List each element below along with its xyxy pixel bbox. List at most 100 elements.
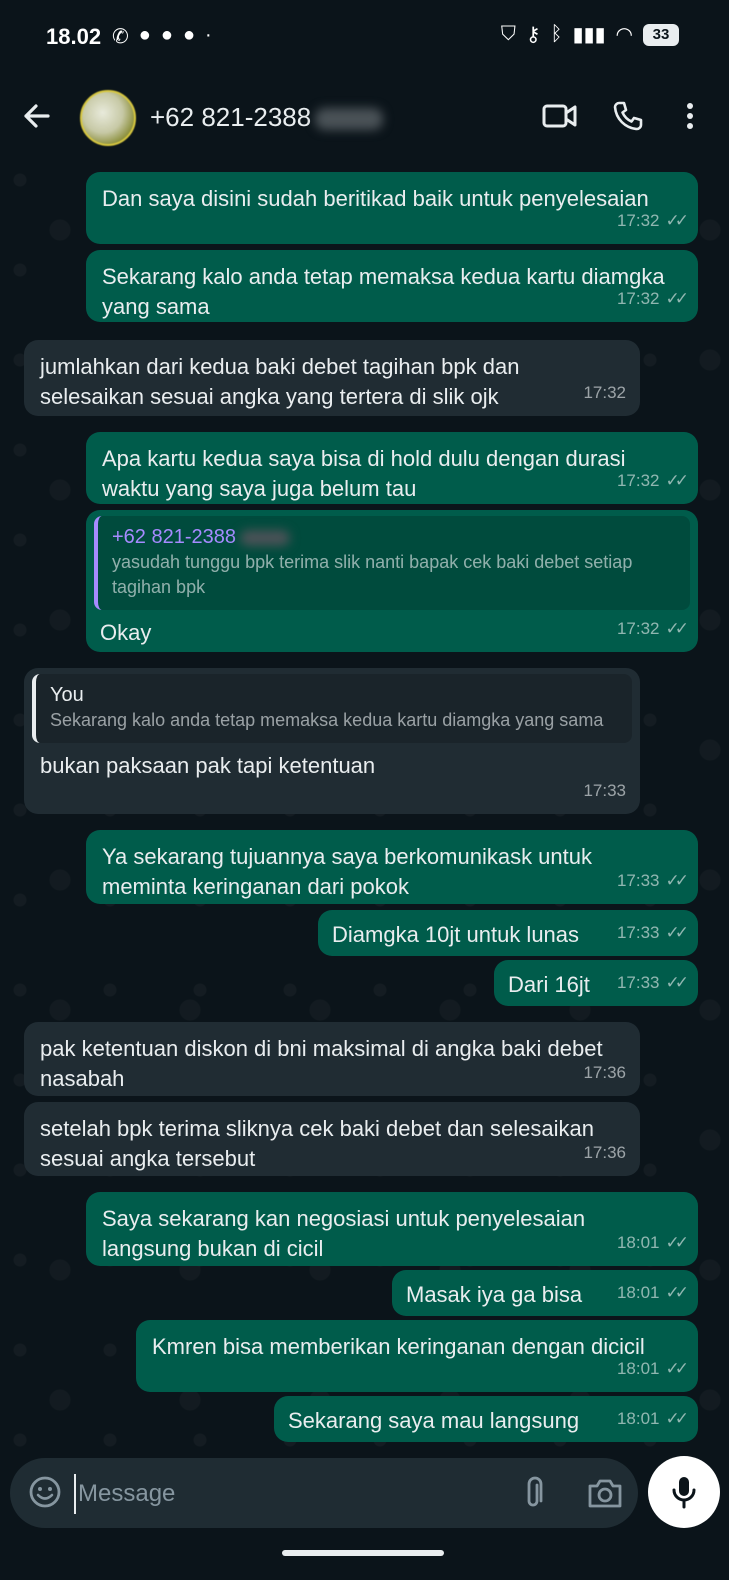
redacted-digits: [315, 108, 384, 131]
video-call-icon: [542, 104, 577, 128]
home-indicator[interactable]: [282, 1550, 444, 1556]
video-call-button[interactable]: [540, 98, 580, 134]
message-time: 17:33: [616, 973, 660, 992]
message-outgoing[interactable]: Sekarang kalo anda tetap memaksa kedua k…: [86, 250, 698, 322]
read-receipt-icon: ✓✓: [665, 289, 689, 308]
message-text: Saya sekarang kan negosiasi untuk penyel…: [102, 1206, 586, 1261]
menu-button[interactable]: [670, 98, 710, 134]
read-receipt-icon: ✓✓: [665, 871, 689, 890]
contact-name[interactable]: +62 821-2388: [150, 102, 384, 133]
avatar[interactable]: [80, 90, 136, 146]
message-text: Okay: [100, 620, 152, 645]
paperclip-icon: [527, 1476, 543, 1507]
message-outgoing[interactable]: Sekarang saya mau langsung 18:01 ✓✓: [274, 1396, 698, 1442]
message-text: bukan paksaan pak tapi ketentuan: [40, 753, 376, 778]
message-meta: 18:01 ✓✓: [616, 1278, 689, 1308]
message-incoming[interactable]: jumlahkan dari kedua baki debet tagihan …: [24, 340, 640, 416]
message-text: Dan saya disini sudah beritikad baik unt…: [102, 186, 649, 211]
message-incoming[interactable]: setelah bpk terima sliknya cek baki debe…: [24, 1102, 640, 1176]
message-outgoing[interactable]: Dari 16jt 17:33 ✓✓: [494, 960, 698, 1006]
quote-author: +62 821-2388: [112, 524, 678, 550]
chat-header: +62 821-2388: [0, 72, 729, 160]
emoji-button[interactable]: [28, 1475, 62, 1509]
message-meta: 17:36: [583, 1138, 626, 1168]
message-time: 17:33: [583, 781, 626, 800]
message-outgoing[interactable]: Apa kartu kedua saya bisa di hold dulu d…: [86, 432, 698, 504]
bluetooth-icon: ᛒ: [550, 23, 563, 45]
vpn-shield-icon: ⛉: [500, 23, 516, 45]
voice-message-button[interactable]: [648, 1456, 720, 1528]
message-time: 18:01: [616, 1233, 660, 1252]
contact-number: +62 821-2388: [150, 102, 312, 132]
message-time: 17:32: [616, 211, 660, 230]
camera-icon: [588, 1479, 622, 1508]
camera-button[interactable]: [586, 1476, 624, 1510]
arrow-left-icon: [24, 104, 50, 128]
status-time: 18.02: [46, 24, 102, 49]
message-time: 17:36: [583, 1063, 626, 1082]
more-notifications-icon: ·: [205, 24, 212, 46]
message-meta: 18:01 ✓✓: [616, 1354, 689, 1384]
composer: [10, 1458, 638, 1528]
message-outgoing[interactable]: Masak iya ga bisa 18:01 ✓✓: [392, 1270, 698, 1316]
quote-author: You: [50, 684, 84, 706]
whatsapp-notification-icon: ✆: [112, 26, 129, 48]
message-text: pak ketentuan diskon di bni maksimal di …: [40, 1036, 603, 1091]
message-meta: 17:32 ✓✓: [616, 466, 689, 496]
more-vert-icon: [687, 103, 693, 129]
message-meta: 18:01 ✓✓: [616, 1404, 689, 1434]
message-time: 18:01: [616, 1283, 660, 1302]
message-time: 17:32: [616, 471, 660, 490]
message-time: 17:32: [583, 383, 626, 402]
message-incoming[interactable]: pak ketentuan diskon di bni maksimal di …: [24, 1022, 640, 1096]
message-meta: 17:33: [583, 776, 626, 806]
message-outgoing[interactable]: Dan saya disini sudah beritikad baik unt…: [86, 172, 698, 244]
message-meta: 17:36: [583, 1058, 626, 1088]
message-time: 17:33: [616, 871, 660, 890]
message-text: Ya sekarang tujuannya saya berkomunikask…: [102, 844, 592, 899]
notification-icons: ✆ ● ● ● ·: [112, 24, 212, 49]
message-incoming-reply[interactable]: You Sekarang kalo anda tetap memaksa ked…: [24, 668, 640, 814]
read-receipt-icon: ✓✓: [665, 1359, 689, 1378]
message-text: Sekarang kalo anda tetap memaksa kedua k…: [102, 264, 665, 319]
back-button[interactable]: [18, 98, 58, 134]
chat-notification-icon: ●: [182, 24, 196, 46]
emoji-icon: [29, 1476, 61, 1508]
chat-notification-icon: ●: [160, 24, 173, 46]
message-outgoing-reply[interactable]: +62 821-2388 yasudah tunggu bpk terima s…: [86, 510, 698, 652]
read-receipt-icon: ✓✓: [665, 1283, 689, 1302]
quoted-message[interactable]: +62 821-2388 yasudah tunggu bpk terima s…: [94, 516, 690, 610]
message-meta: 17:32 ✓✓: [616, 206, 689, 236]
read-receipt-icon: ✓✓: [665, 1233, 689, 1252]
voice-call-button[interactable]: [608, 98, 648, 134]
message-time: 18:01: [616, 1409, 660, 1428]
quoted-message[interactable]: You Sekarang kalo anda tetap memaksa ked…: [32, 674, 632, 743]
key-icon: ⚷: [525, 24, 541, 46]
attach-button[interactable]: [518, 1476, 552, 1510]
message-outgoing[interactable]: Diamgka 10jt untuk lunas 17:33 ✓✓: [318, 910, 698, 956]
message-outgoing[interactable]: Ya sekarang tujuannya saya berkomunikask…: [86, 830, 698, 904]
message-time: 18:01: [616, 1359, 660, 1378]
message-time: 17:32: [616, 289, 660, 308]
message-meta: 17:32 ✓✓: [616, 284, 689, 314]
wifi-icon: ◠: [615, 24, 633, 46]
quote-text: yasudah tunggu bpk terima slik nanti bap…: [112, 552, 633, 597]
status-bar: 18.02 ✆ ● ● ● · ⛉ ⚷ ᛒ ▮▮▮ ◠ 33: [0, 0, 729, 72]
message-meta: 17:32: [583, 378, 626, 408]
read-receipt-icon: ✓✓: [665, 471, 689, 490]
message-list[interactable]: Dan saya disini sudah beritikad baik unt…: [0, 160, 729, 1452]
message-meta: 17:33 ✓✓: [616, 968, 689, 998]
message-time: 17:33: [616, 923, 660, 942]
message-text: jumlahkan dari kedua baki debet tagihan …: [40, 354, 520, 409]
battery-icon: 33: [643, 23, 679, 46]
signal-icon: ▮▮▮: [572, 24, 606, 46]
chat-notification-icon: ●: [138, 24, 151, 46]
composer-bar: [0, 1452, 729, 1542]
message-text: Kmren bisa memberikan keringanan dengan …: [152, 1334, 645, 1359]
message-input[interactable]: [74, 1474, 500, 1514]
message-outgoing[interactable]: Kmren bisa memberikan keringanan dengan …: [136, 1320, 698, 1392]
message-outgoing[interactable]: Saya sekarang kan negosiasi untuk penyel…: [86, 1192, 698, 1266]
read-receipt-icon: ✓✓: [665, 619, 689, 638]
message-time: 17:32: [616, 619, 660, 638]
redacted-digits: [240, 529, 291, 546]
